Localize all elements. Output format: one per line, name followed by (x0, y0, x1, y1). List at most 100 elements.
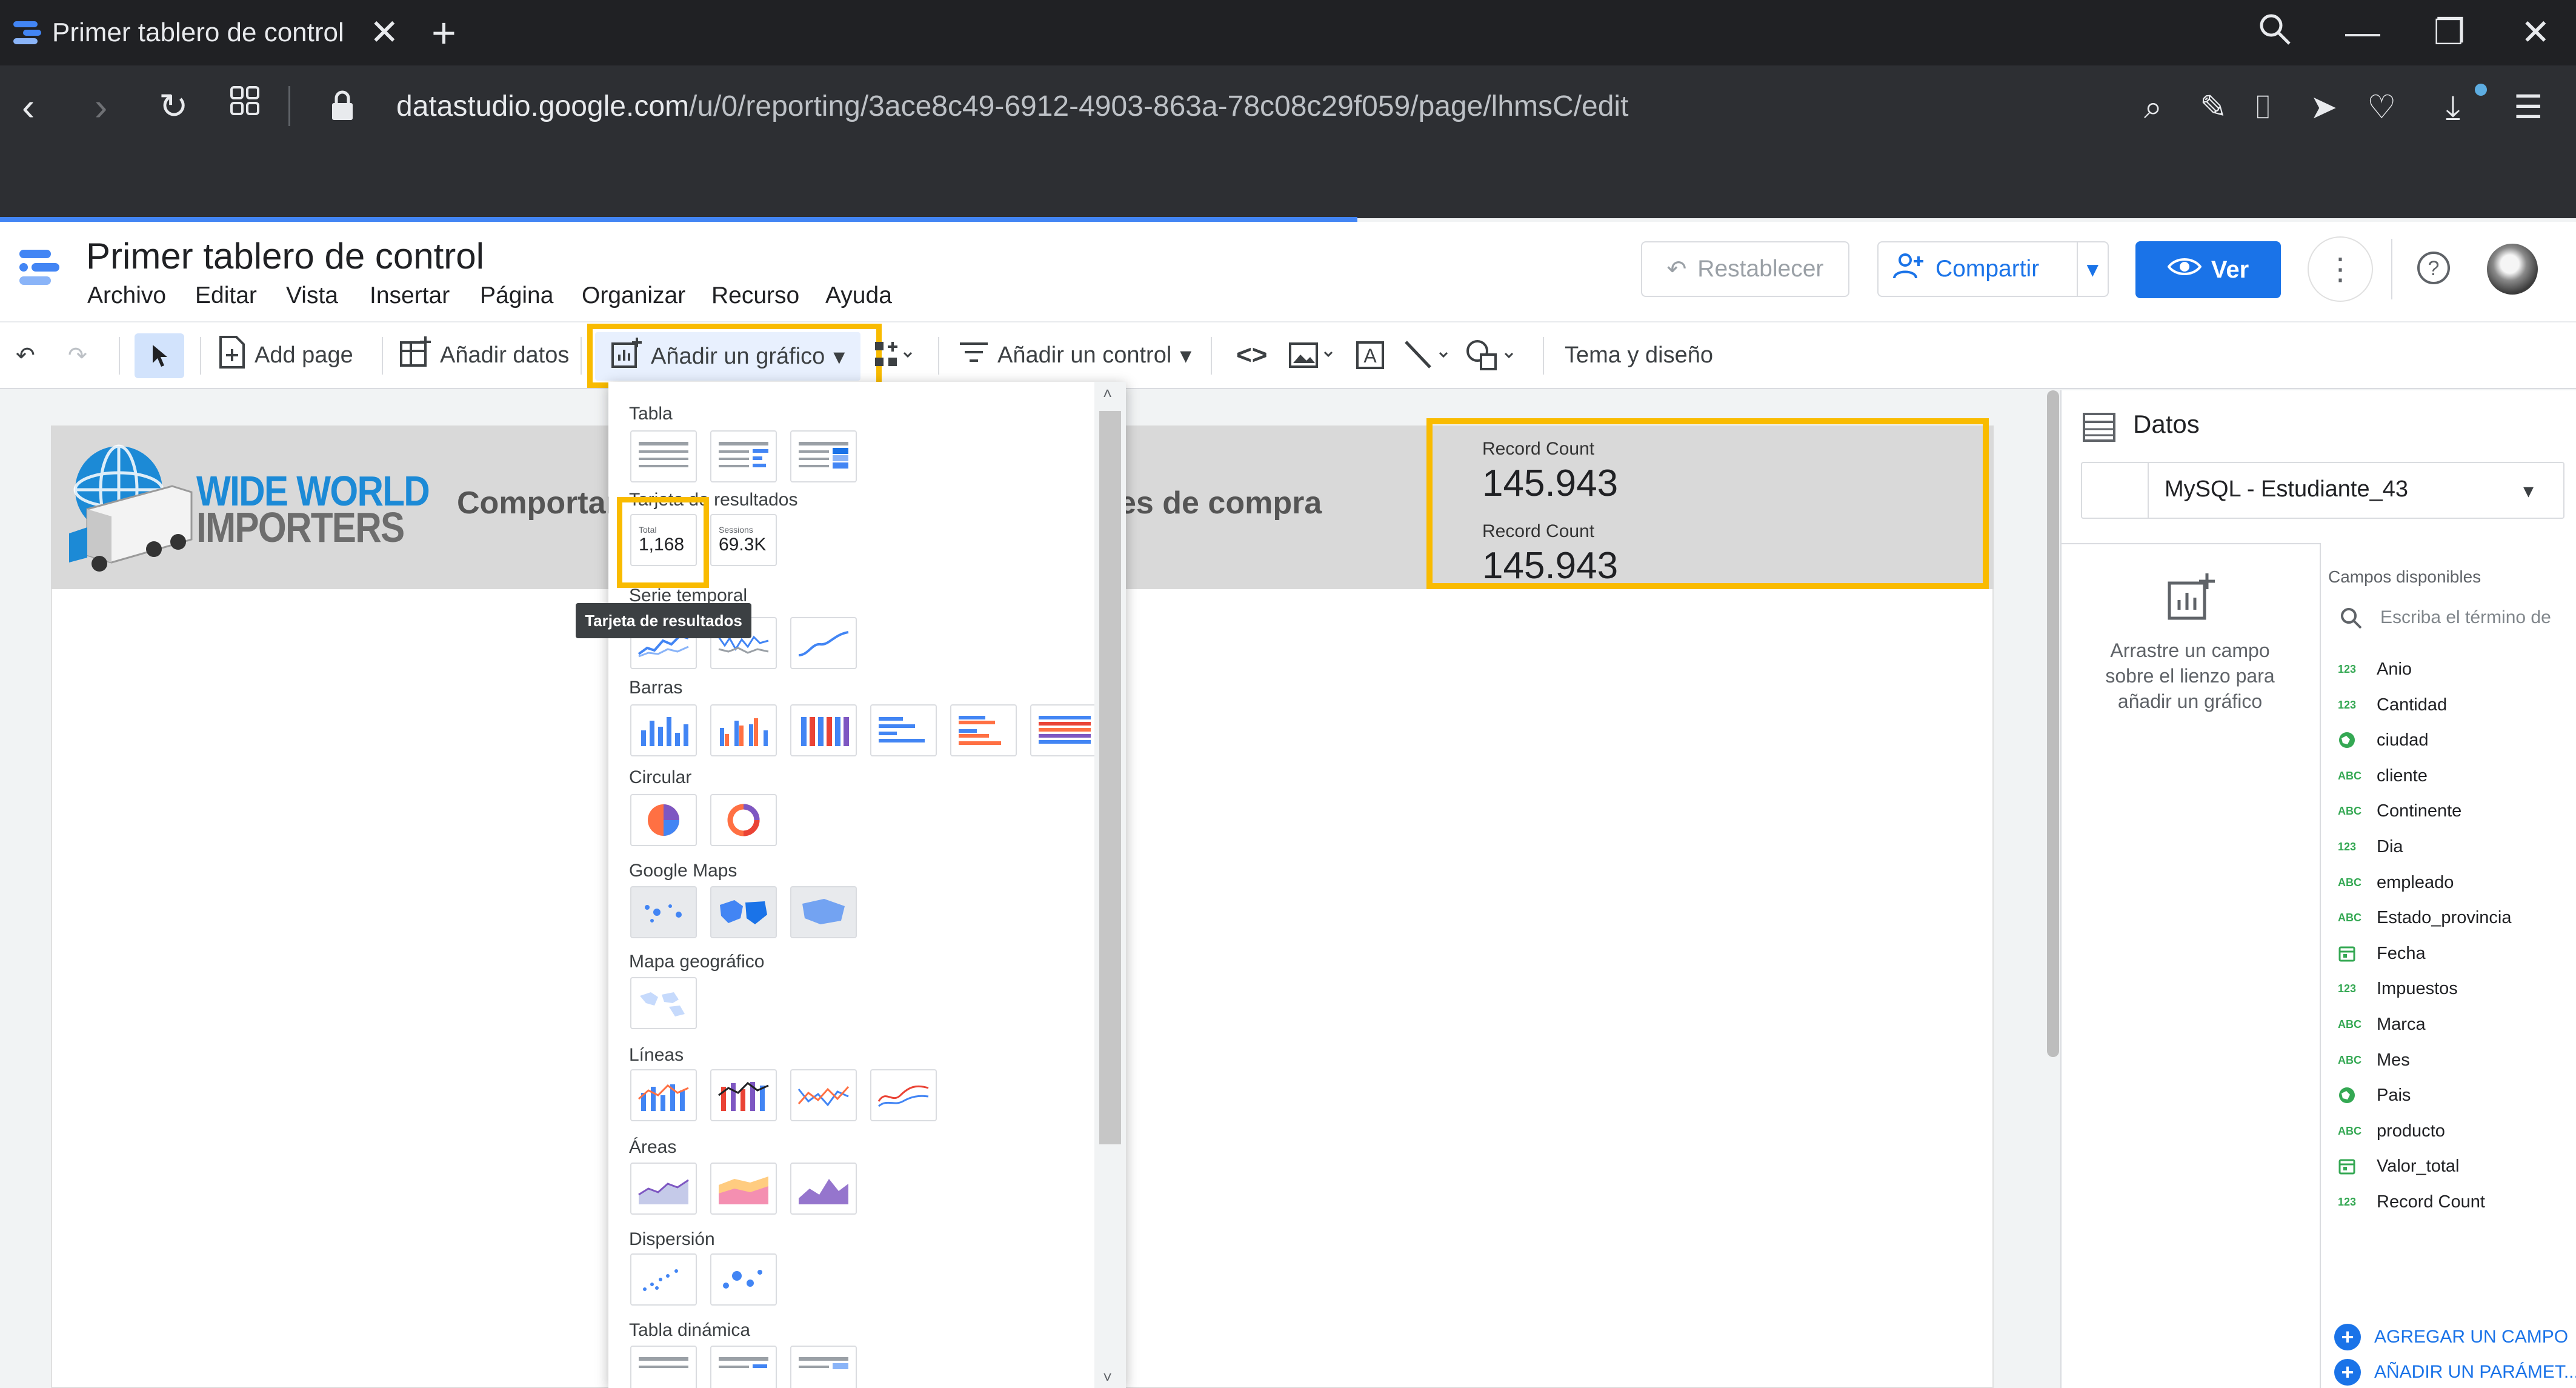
back-icon[interactable]: ‹ (22, 85, 35, 128)
chart-option-stacked-area[interactable] (710, 1163, 777, 1215)
reload-icon[interactable]: ↻ (159, 85, 188, 128)
chart-option-table[interactable] (630, 430, 697, 482)
field-item[interactable]: ABC Continente (2338, 799, 2461, 823)
dropdown-scrollbar[interactable]: ˄ ˅ (1094, 382, 1126, 1388)
redo-icon[interactable]: ↷ (68, 332, 87, 378)
add-parameter-button[interactable]: + AÑADIR UN PARÁMET... (2334, 1359, 2576, 1386)
theme-layout-button[interactable]: Tema y diseño (1565, 332, 1713, 378)
chart-option-bubble[interactable] (710, 1253, 777, 1306)
field-item[interactable]: 123 Record Count (2338, 1190, 2485, 1214)
search-tabs-icon[interactable] (2257, 11, 2293, 58)
chart-option-grouped-column[interactable] (710, 704, 777, 756)
browser-tab[interactable]: Primer tablero de control ✕ (0, 0, 418, 65)
download-icon[interactable]: ⤓ (2446, 87, 2460, 127)
url-field[interactable]: datastudio.google.com/u/0/reporting/3ace… (396, 90, 1628, 123)
field-item[interactable]: ABC producto (2338, 1119, 2445, 1143)
lock-icon[interactable] (331, 90, 354, 124)
field-item[interactable]: 123 Cantidad (2338, 693, 2447, 717)
field-item[interactable]: ABC Marca (2338, 1012, 2426, 1036)
chart-option-table-bars[interactable] (710, 430, 777, 482)
report-title-left[interactable]: Comportar (457, 485, 618, 521)
add-page-button[interactable]: Add page (218, 332, 353, 378)
scroll-up-icon[interactable]: ˄ (1103, 384, 1112, 403)
chart-option-combo[interactable] (630, 1069, 697, 1121)
field-item[interactable]: Valor_total (2338, 1154, 2460, 1178)
field-item[interactable]: 123 Impuestos (2338, 976, 2458, 1001)
data-studio-logo-icon[interactable] (17, 245, 63, 294)
minimize-icon[interactable]: — (2345, 11, 2380, 55)
undo-icon[interactable]: ↶ (16, 332, 35, 378)
tab-close-icon[interactable]: ✕ (370, 13, 399, 52)
chart-option-100-area[interactable] (790, 1163, 857, 1215)
field-item[interactable]: Pais (2338, 1083, 2411, 1107)
chart-option-stacked-column[interactable] (790, 704, 857, 756)
field-search-icon[interactable] (2339, 606, 2363, 633)
add-data-button[interactable]: Añadir datos (399, 332, 569, 378)
chart-option-pivot[interactable] (630, 1346, 697, 1388)
help-icon[interactable]: ? (2415, 250, 2452, 289)
speed-dial-icon[interactable] (229, 85, 262, 129)
field-item[interactable]: ABC Mes (2338, 1048, 2410, 1072)
chart-option-heat-map[interactable] (790, 886, 857, 938)
chart-option-scatter[interactable] (630, 1253, 697, 1306)
share-dropdown-caret-icon[interactable]: ▾ (2076, 242, 2108, 296)
chart-option-bubble-map[interactable] (630, 886, 697, 938)
menu-organizar[interactable]: Organizar (582, 282, 685, 309)
chart-option-pie[interactable] (630, 794, 697, 846)
menu-ayuda[interactable]: Ayuda (825, 282, 892, 309)
edit-page-icon[interactable]: ✎ (2200, 87, 2227, 127)
shape-tool-icon[interactable] (1465, 332, 1520, 378)
add-field-button[interactable]: + AGREGAR UN CAMPO (2334, 1324, 2568, 1350)
chart-option-line[interactable] (790, 1069, 857, 1121)
report-doc-title[interactable]: Primer tablero de control (86, 235, 484, 277)
field-item[interactable]: ABC empleado (2338, 870, 2454, 895)
field-item[interactable]: ciudad (2338, 728, 2428, 752)
menu-recurso[interactable]: Recurso (711, 282, 799, 309)
chart-option-table-heatmap[interactable] (790, 430, 857, 482)
chart-option-scorecard-compact[interactable]: Sessions 69.3K (710, 514, 777, 566)
chart-option-geo-chart[interactable] (630, 977, 697, 1029)
add-control-button[interactable]: Añadir un control ▾ (959, 332, 1191, 378)
heart-icon[interactable]: ♡ (2367, 87, 2396, 127)
menu-insertar[interactable]: Insertar (370, 282, 450, 309)
field-item[interactable]: ABC cliente (2338, 764, 2428, 788)
restore-icon[interactable]: ❐ (2434, 11, 2465, 55)
user-avatar[interactable] (2487, 244, 2538, 295)
chart-option-grouped-bar[interactable] (950, 704, 1017, 756)
send-icon[interactable]: ➤ (2310, 87, 2337, 127)
menu-editar[interactable]: Editar (195, 282, 257, 309)
datasource-caret-icon[interactable]: ▾ (2523, 479, 2534, 503)
view-button[interactable]: Ver (2135, 241, 2281, 298)
reset-button[interactable]: ↶ Restablecer (1641, 241, 1849, 297)
menu-pagina[interactable]: Página (480, 282, 553, 309)
embed-code-icon[interactable]: <> (1236, 332, 1267, 378)
text-box-icon[interactable]: A (1355, 332, 1385, 378)
easy-setup-icon[interactable]: ☰ (2514, 87, 2543, 127)
camera-icon[interactable]: ⌷ (2253, 87, 2272, 127)
more-options-icon[interactable]: ⋮ (2308, 236, 2373, 302)
chart-option-pivot-bars[interactable] (710, 1346, 777, 1388)
field-item[interactable]: 123 Dia (2338, 835, 2403, 859)
new-tab-icon[interactable]: + (431, 11, 456, 55)
chart-option-area[interactable] (630, 1163, 697, 1215)
chart-option-smoothed[interactable] (790, 617, 857, 669)
window-close-icon[interactable]: ✕ (2521, 11, 2551, 55)
canvas-scrollbar[interactable] (2047, 390, 2059, 1057)
chart-option-smooth-line[interactable] (870, 1069, 937, 1121)
share-button[interactable]: Compartir ▾ (1877, 241, 2109, 297)
wide-world-importers-logo-icon[interactable] (63, 442, 199, 579)
menu-archivo[interactable]: Archivo (87, 282, 166, 309)
forward-icon[interactable]: › (95, 85, 107, 128)
zoom-search-icon[interactable]: ⌕ (2144, 87, 2162, 127)
line-tool-icon[interactable] (1403, 332, 1452, 378)
chart-option-donut[interactable] (710, 794, 777, 846)
field-item[interactable]: Fecha (2338, 941, 2426, 966)
chart-option-column[interactable] (630, 704, 697, 756)
field-search-input[interactable]: Escriba el término de (2380, 607, 2551, 628)
scroll-down-icon[interactable]: ˅ (1103, 1368, 1112, 1387)
dropdown-scroll-thumb[interactable] (1099, 411, 1121, 1144)
report-title-right[interactable]: es de compra (1119, 485, 1322, 521)
chart-option-bar[interactable] (870, 704, 937, 756)
select-tool-icon[interactable] (135, 333, 184, 378)
field-item[interactable]: 123 Anio (2338, 657, 2412, 681)
